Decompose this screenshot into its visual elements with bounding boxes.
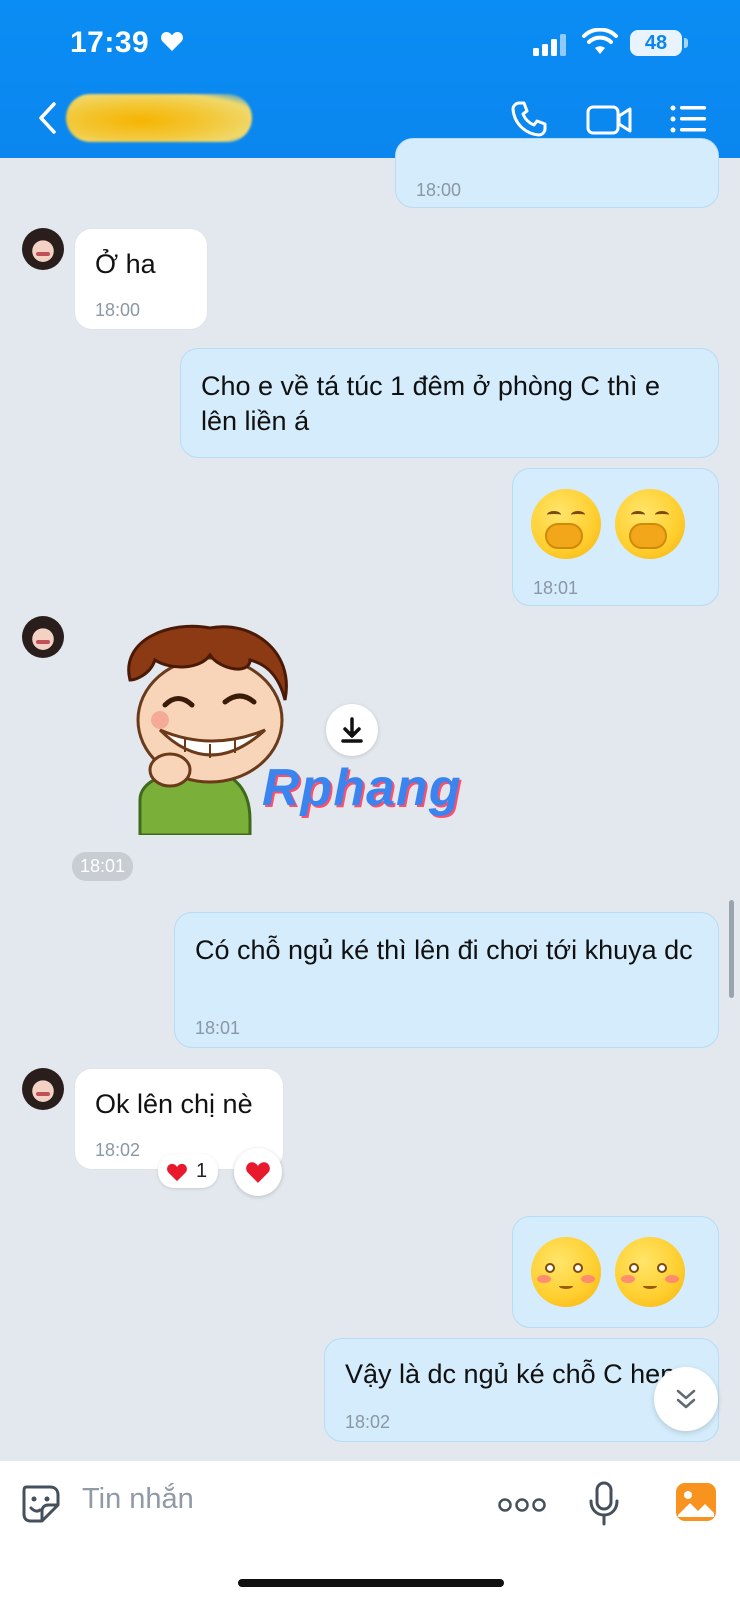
chat-header: 17:39 48 <box>0 0 740 158</box>
battery-indicator: 48 <box>630 30 682 56</box>
message-text: Vậy là dc ngủ ké chỗ C hen <box>345 1359 676 1389</box>
contact-avatar[interactable] <box>22 616 64 658</box>
message-text: Cho e về tá túc 1 đêm ở phòng C thì e lê… <box>201 371 660 436</box>
message-time: 18:01 <box>72 852 134 881</box>
message-bubble-outgoing[interactable] <box>512 1216 719 1328</box>
microphone-icon[interactable] <box>588 1481 620 1527</box>
menu-list-icon[interactable] <box>670 104 706 134</box>
reaction-count: 1 <box>196 1160 208 1182</box>
message-bubble-outgoing[interactable]: Cho e về tá túc 1 đêm ở phòng C thì e lê… <box>180 348 719 458</box>
status-time: 17:39 <box>70 26 150 59</box>
reaction-summary[interactable]: 1 <box>158 1154 218 1188</box>
download-icon <box>341 717 363 743</box>
contact-avatar[interactable] <box>22 1068 64 1110</box>
message-bubble-outgoing[interactable]: Có chỗ ngủ ké thì lên đi chơi tới khuya … <box>174 912 719 1048</box>
heart-icon <box>246 1162 270 1183</box>
message-text: Có chỗ ngủ ké thì lên đi chơi tới khuya … <box>195 935 693 965</box>
message-composer: Tin nhắn <box>0 1460 740 1600</box>
message-time: 18:02 <box>95 1140 141 1160</box>
message-time: 18:00 <box>416 180 462 200</box>
download-button[interactable] <box>326 704 378 756</box>
message-input[interactable]: Tin nhắn <box>82 1483 194 1516</box>
message-bubble-outgoing[interactable]: 18:01 <box>512 468 719 606</box>
phone-call-icon[interactable] <box>510 100 548 138</box>
more-options-icon[interactable] <box>498 1497 546 1513</box>
watermark-text: Rphang <box>262 759 462 817</box>
blushing-emoji <box>615 1237 685 1307</box>
signal-icon <box>533 34 566 56</box>
image-gallery-icon[interactable] <box>674 1481 718 1523</box>
message-bubble-outgoing[interactable]: 18:00 <box>395 138 719 208</box>
heart-icon <box>161 32 183 51</box>
heart-reaction-icon <box>167 1163 187 1182</box>
double-chevron-down-icon <box>676 1389 696 1409</box>
message-list[interactable]: 18:00 Ở ha 18:00 Cho e về tá túc 1 đêm ở… <box>0 138 740 1458</box>
video-call-icon[interactable] <box>586 104 632 136</box>
message-text: Ok lên chị nè <box>95 1089 253 1119</box>
battery-tip <box>684 38 688 48</box>
contact-name-redacted[interactable] <box>66 94 252 142</box>
message-time: 18:01 <box>195 1018 241 1038</box>
message-bubble-incoming[interactable]: Ở ha 18:00 <box>74 228 208 330</box>
back-chevron-icon[interactable] <box>36 100 58 136</box>
message-time: 18:00 <box>95 300 141 320</box>
scrollbar[interactable] <box>729 900 734 998</box>
wifi-icon <box>582 28 618 54</box>
scroll-to-bottom-button[interactable] <box>654 1367 718 1431</box>
message-time: 18:02 <box>345 1412 391 1432</box>
blushing-emoji <box>531 1237 601 1307</box>
sticker-emoji-icon[interactable] <box>20 1483 62 1525</box>
contact-avatar[interactable] <box>22 228 64 270</box>
hand-over-mouth-emoji <box>531 489 601 559</box>
react-button[interactable] <box>234 1148 282 1196</box>
home-indicator <box>238 1579 504 1587</box>
message-time: 18:01 <box>533 578 579 598</box>
message-text: Ở ha <box>95 249 156 279</box>
hand-over-mouth-emoji <box>615 489 685 559</box>
